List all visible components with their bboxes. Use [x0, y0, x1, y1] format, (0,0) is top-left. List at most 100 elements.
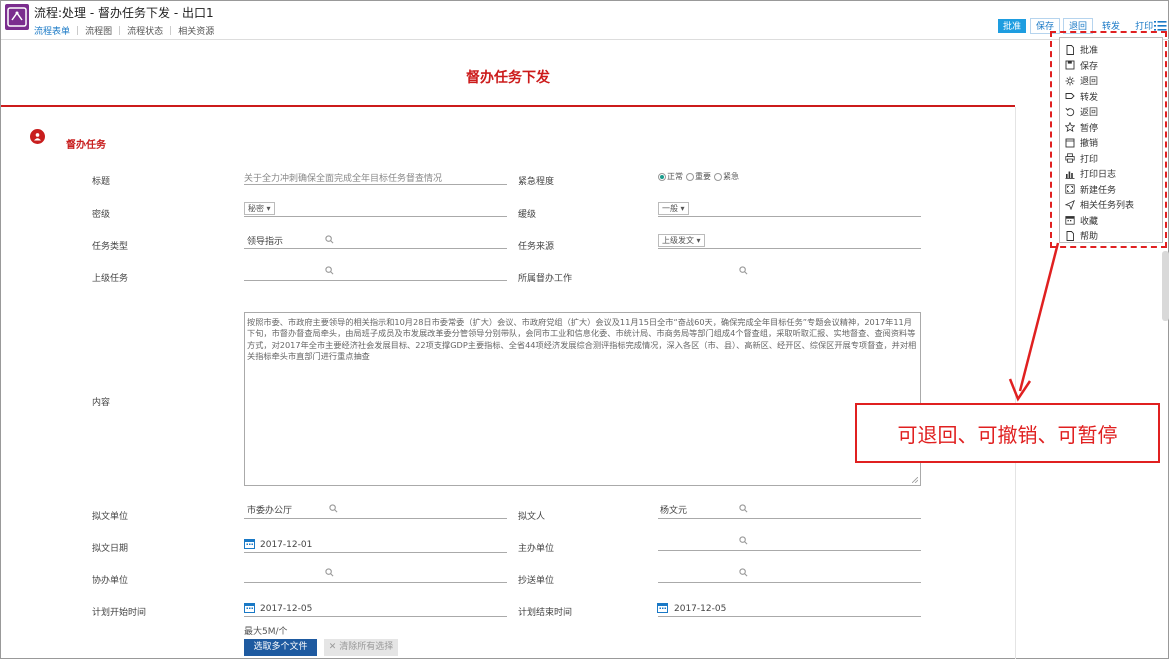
- urgency-option-important[interactable]: 重要: [686, 171, 711, 182]
- expand-icon: [1065, 184, 1075, 194]
- menu-item-forward[interactable]: 转发: [1065, 90, 1098, 103]
- search-icon[interactable]: [739, 266, 748, 275]
- subject-field[interactable]: 关于全力冲刺确保全面完成全年目标任务督查情况: [244, 171, 442, 184]
- drafter-label: 拟文人: [518, 512, 546, 522]
- calendar-icon[interactable]: [244, 602, 255, 613]
- host-unit-field[interactable]: [658, 550, 921, 551]
- urgency-radio-group: 正常 重要 紧急: [658, 171, 742, 182]
- menu-item-pause[interactable]: 暂停: [1065, 121, 1098, 134]
- secret-select[interactable]: 秘密 ▾: [244, 202, 275, 215]
- content-label: 内容: [92, 398, 111, 408]
- draft-date-label: 拟文日期: [92, 544, 129, 554]
- urgency-label: 紧急程度: [518, 177, 555, 187]
- sub-nav: 流程表单 | 流程图 | 流程状态 | 相关资源: [34, 24, 215, 38]
- title-underline: [1, 105, 1015, 107]
- search-icon[interactable]: [325, 568, 334, 577]
- radio-icon: [658, 172, 666, 181]
- cc-unit-label: 抄送单位: [518, 576, 555, 586]
- search-icon[interactable]: [739, 504, 748, 513]
- priority-select[interactable]: 一般 ▾: [658, 202, 689, 215]
- plan-start-field[interactable]: 2017-12-05: [260, 604, 312, 614]
- draft-unit-field[interactable]: 市委办公厅: [247, 503, 292, 516]
- upload-hint: 最大5M/个: [244, 627, 288, 637]
- plan-start-label: 计划开始时间: [92, 608, 147, 618]
- menu-item-related-tasks[interactable]: 相关任务列表: [1065, 198, 1134, 211]
- action-toolbar: 批准 保存 退回 转发 打印: [997, 18, 1162, 34]
- menu-item-save[interactable]: 保存: [1065, 59, 1098, 72]
- co-unit-field[interactable]: [244, 582, 507, 583]
- search-icon[interactable]: [739, 568, 748, 577]
- radio-icon: [714, 172, 722, 181]
- nav-related-resources[interactable]: 相关资源: [178, 24, 214, 37]
- menu-item-favorite[interactable]: 收藏: [1065, 214, 1098, 227]
- plan-end-field[interactable]: 2017-12-05: [674, 604, 726, 614]
- undo-icon: [1065, 107, 1075, 116]
- urgency-option-normal[interactable]: 正常: [658, 171, 683, 182]
- select-files-button[interactable]: 选取多个文件: [244, 639, 317, 656]
- clear-selection-button[interactable]: ✕ 清除所有选择: [324, 639, 398, 656]
- dropdown-arrow-icon: ▾: [680, 204, 685, 213]
- menu-item-new-task[interactable]: 新建任务: [1065, 183, 1116, 196]
- parent-task-label: 上级任务: [92, 274, 129, 284]
- menu-item-back[interactable]: 返回: [1065, 105, 1098, 118]
- calendar-icon: [1065, 216, 1075, 225]
- co-unit-label: 协办单位: [92, 576, 129, 586]
- search-icon[interactable]: [325, 235, 334, 244]
- more-actions-menu: 批准 保存 退回 转发 返回 暂停 撤销 打印 打印日志 新建任务 相关任务列表: [1059, 37, 1163, 243]
- search-icon[interactable]: [739, 536, 748, 545]
- priority-label: 缓级: [518, 210, 537, 220]
- urgency-option-urgent[interactable]: 紧急: [714, 171, 739, 182]
- plan-end-label: 计划结束时间: [518, 608, 573, 618]
- form-title: 督办任务下发: [466, 70, 550, 86]
- header-divider: [1, 39, 1169, 40]
- host-unit-label: 主办单位: [518, 544, 555, 554]
- bar-chart-icon: [1065, 171, 1075, 179]
- menu-item-revoke[interactable]: 撤销: [1065, 136, 1098, 149]
- nav-flow-form[interactable]: 流程表单: [34, 24, 70, 37]
- dropdown-arrow-icon: ▾: [696, 236, 701, 245]
- menu-item-print[interactable]: 打印: [1065, 152, 1098, 165]
- menu-item-print-log[interactable]: 打印日志: [1065, 167, 1116, 180]
- task-type-label: 任务类型: [92, 242, 129, 252]
- task-source-select[interactable]: 上级发文 ▾: [658, 234, 705, 247]
- app-logo: [5, 4, 29, 30]
- task-source-label: 任务来源: [518, 242, 555, 252]
- user-icon: [30, 129, 45, 144]
- tag-icon: [1065, 93, 1075, 99]
- menu-item-approve[interactable]: 批准: [1065, 43, 1098, 56]
- star-icon: [1065, 122, 1075, 132]
- printer-icon: [1065, 153, 1075, 163]
- calendar-icon[interactable]: [244, 538, 255, 549]
- subject-label: 标题: [92, 177, 111, 187]
- workflow-icon: [7, 7, 27, 27]
- save-button[interactable]: 保存: [1030, 18, 1061, 34]
- approve-button[interactable]: 批准: [997, 18, 1028, 34]
- dropdown-arrow-icon: ▾: [266, 204, 271, 213]
- send-icon: [1065, 199, 1075, 210]
- draft-date-field[interactable]: 2017-12-01: [260, 540, 312, 550]
- resize-handle-icon[interactable]: [912, 477, 918, 483]
- search-icon[interactable]: [329, 504, 338, 513]
- help-doc-icon: [1066, 230, 1074, 241]
- section-title: 督办任务: [66, 140, 106, 151]
- task-type-field[interactable]: 领导指示: [247, 234, 283, 247]
- return-button[interactable]: 退回: [1063, 18, 1094, 34]
- drafter-field[interactable]: 杨文元: [660, 503, 687, 516]
- square-icon: [1065, 138, 1075, 147]
- nav-flow-status[interactable]: 流程状态: [127, 24, 163, 37]
- related-work-label: 所属督办工作: [518, 274, 573, 284]
- annotation-callout: 可退回、可撤销、可暂停: [855, 403, 1160, 463]
- nav-flow-chart[interactable]: 流程图: [85, 24, 112, 37]
- search-icon[interactable]: [325, 266, 334, 275]
- menu-item-return[interactable]: 退回: [1065, 74, 1098, 87]
- menu-item-help[interactable]: 帮助: [1065, 229, 1098, 242]
- calendar-icon[interactable]: [657, 602, 668, 613]
- scrollbar[interactable]: [1162, 251, 1169, 321]
- content-textarea[interactable]: 按照市委、市政府主要领导的相关指示和10月28日市委常委（扩大）会议、市政府党组…: [244, 312, 921, 486]
- forward-button[interactable]: 转发: [1096, 18, 1127, 34]
- cc-unit-field[interactable]: [658, 582, 921, 583]
- parent-task-field[interactable]: [244, 280, 507, 281]
- more-menu-icon[interactable]: [1154, 19, 1167, 32]
- sun-icon: [1065, 76, 1075, 85]
- radio-icon: [686, 172, 694, 181]
